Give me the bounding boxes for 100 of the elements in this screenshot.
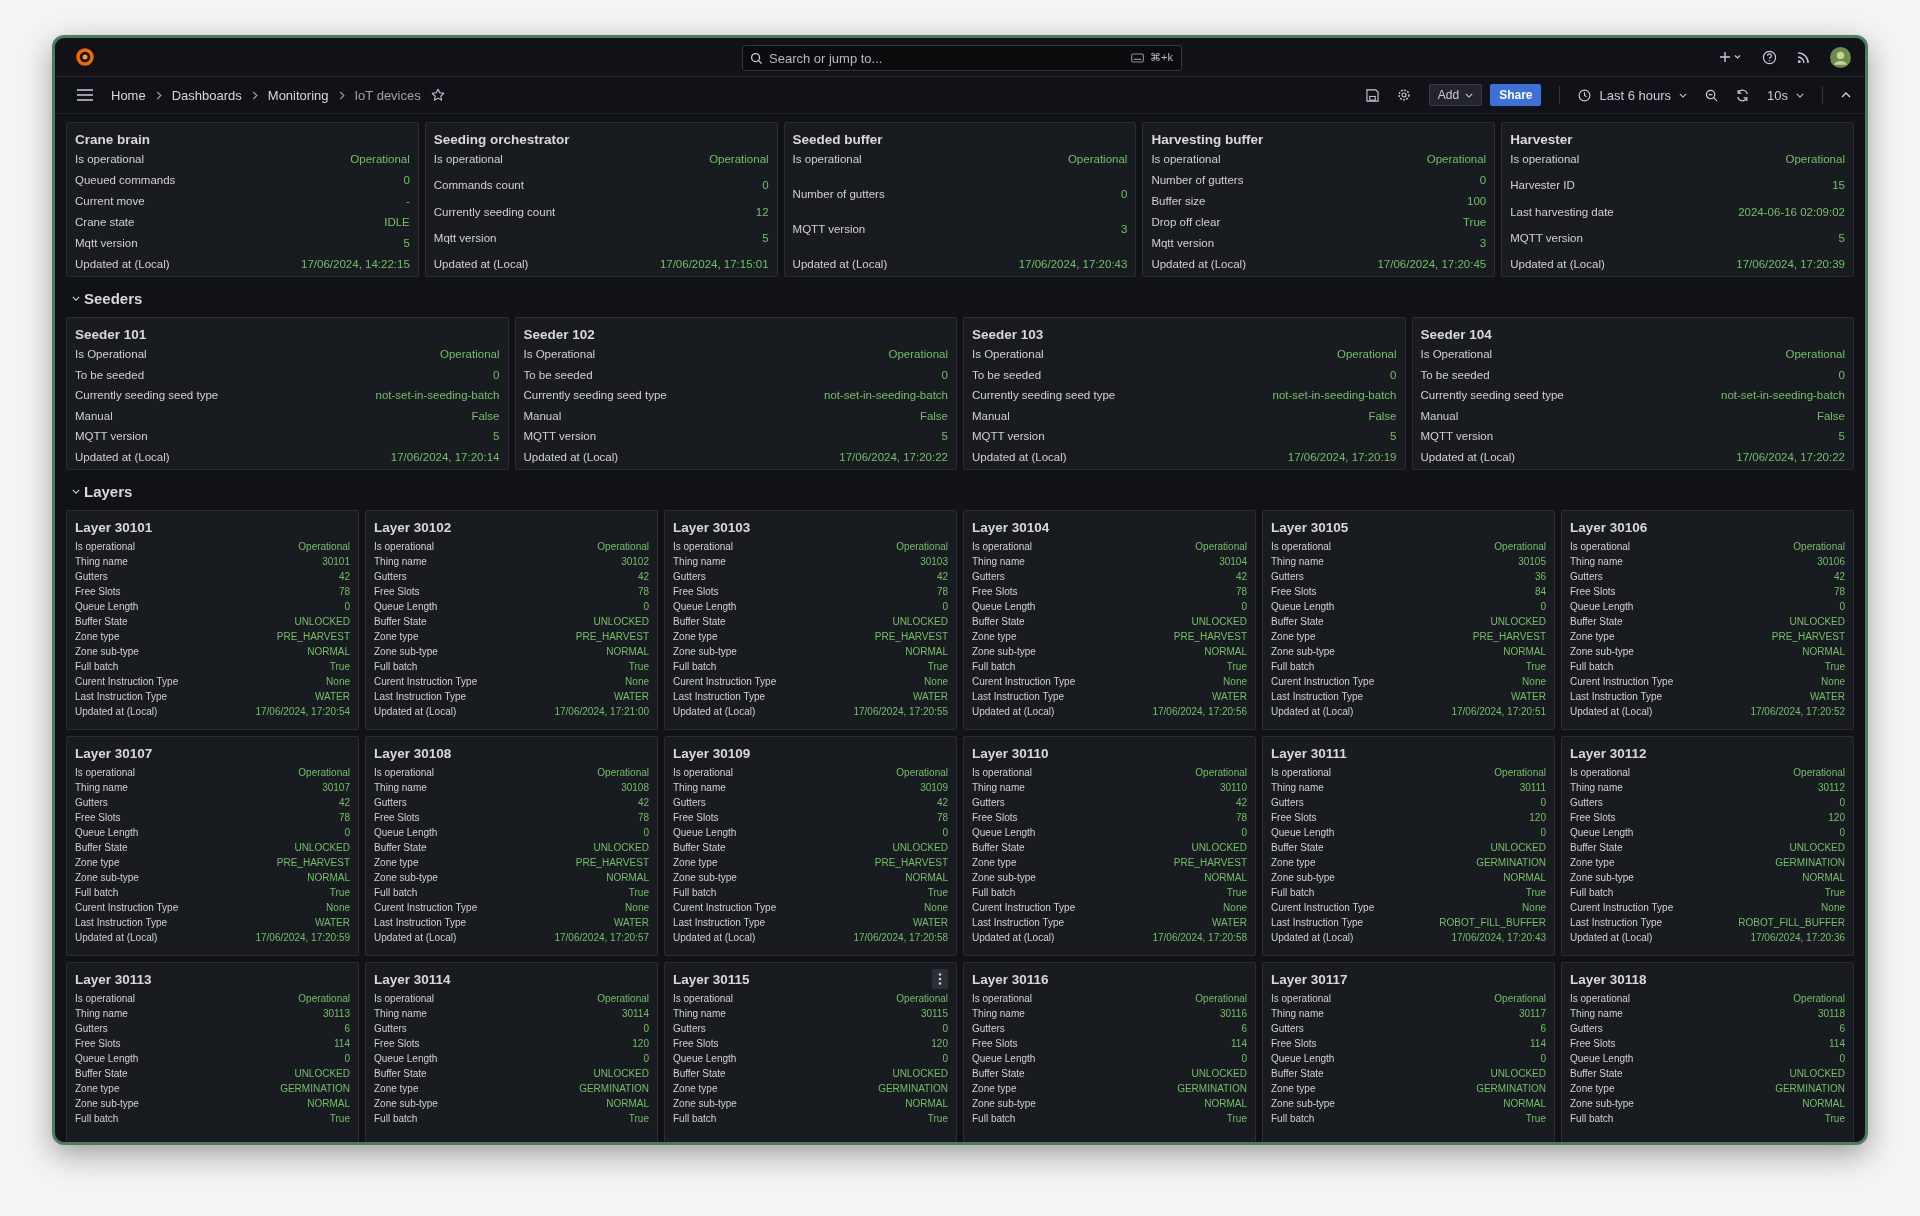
- field-value: UNLOCKED: [294, 842, 350, 853]
- field-value: True: [628, 661, 649, 672]
- field-label: Curent Instruction Type: [374, 676, 478, 687]
- field-value: PRE_HARVEST: [276, 857, 350, 868]
- rss-icon[interactable]: [1797, 50, 1810, 64]
- breadcrumb-link[interactable]: IoT devices: [354, 87, 421, 103]
- field-value: GERMINATION: [1177, 1083, 1247, 1094]
- field-value: UNLOCKED: [892, 1068, 948, 1079]
- field-label: Queue Length: [374, 827, 438, 838]
- field-label: Is operational: [1570, 541, 1631, 552]
- field-value: 5: [941, 430, 948, 443]
- field-value: 17/06/2024, 17:20:22: [839, 450, 948, 463]
- menu-icon[interactable]: [77, 89, 93, 101]
- field-value: WATER: [913, 917, 948, 928]
- caret-icon: [1796, 92, 1804, 98]
- star-icon[interactable]: [430, 88, 445, 102]
- avatar[interactable]: [1830, 46, 1851, 68]
- field-label: Gutters: [972, 1023, 1005, 1034]
- help-icon[interactable]: [1762, 49, 1777, 65]
- zoom-out-icon[interactable]: [1705, 88, 1719, 102]
- caret-icon: [1465, 92, 1474, 98]
- breadcrumb-link[interactable]: Home: [111, 87, 146, 103]
- field-value: 5: [1838, 430, 1845, 443]
- field-value: None: [1223, 902, 1247, 913]
- field-value: 0: [942, 1023, 948, 1034]
- field-label: Last Instruction Type: [1570, 691, 1663, 702]
- field-label: Free Slots: [1570, 1038, 1616, 1049]
- refresh-interval-picker[interactable]: 10s: [1767, 87, 1804, 103]
- field-value: 42: [936, 797, 948, 808]
- field-value: WATER: [1212, 691, 1247, 702]
- more-icon[interactable]: [932, 969, 948, 989]
- field-value: PRE_HARVEST: [575, 857, 649, 868]
- field-value: 6: [344, 1023, 350, 1034]
- field-value: 0: [942, 827, 948, 838]
- field-label: Full batch: [75, 1113, 119, 1124]
- field-label: Updated at (Local): [75, 706, 158, 717]
- field-value: True: [329, 887, 350, 898]
- breadcrumb-link[interactable]: Monitoring: [267, 87, 329, 103]
- field-label: Is operational: [374, 767, 435, 778]
- field-value: 5: [403, 237, 410, 249]
- field-label: Currently seeding seed type: [75, 389, 219, 402]
- field-label: Free Slots: [972, 812, 1018, 823]
- field-value: 0: [1839, 1053, 1845, 1064]
- add-button[interactable]: Add: [1428, 84, 1483, 106]
- field-value: Operational: [597, 767, 649, 778]
- field-label: Thing name: [1271, 1008, 1324, 1019]
- field-value: True: [927, 661, 948, 672]
- field-label: Thing name: [374, 782, 427, 793]
- field-label: Updated at (Local): [75, 932, 158, 943]
- field-label: Zone type: [75, 1083, 120, 1094]
- time-range-picker[interactable]: Last 6 hours: [1578, 87, 1688, 103]
- field-label: Currently seeding seed type: [1420, 389, 1564, 402]
- plus-icon[interactable]: [1720, 51, 1742, 63]
- field-label: Curent Instruction Type: [75, 676, 179, 687]
- field-value: Operational: [298, 767, 350, 778]
- collapse-icon[interactable]: [1841, 92, 1851, 98]
- save-icon[interactable]: [1365, 88, 1379, 102]
- field-value: None: [1522, 902, 1546, 913]
- field-label: Updated at (Local): [1420, 450, 1516, 463]
- field-value: 114: [1231, 1038, 1247, 1049]
- field-value: NORMAL: [905, 646, 948, 657]
- field-label: Buffer State: [374, 1068, 427, 1079]
- field-value: 0: [1479, 174, 1487, 186]
- refresh-icon[interactable]: [1736, 88, 1750, 102]
- breadcrumb-link[interactable]: Dashboards: [171, 87, 242, 103]
- chevron-icon: [338, 90, 345, 100]
- field-label: Free Slots: [75, 1038, 121, 1049]
- field-value: UNLOCKED: [1191, 842, 1247, 853]
- section-header[interactable]: Layers: [66, 472, 133, 510]
- field-label: Is operational: [1271, 993, 1332, 1004]
- field-value: WATER: [1511, 691, 1546, 702]
- section-header[interactable]: Seeders: [66, 279, 143, 317]
- field-value: 30103: [920, 556, 948, 567]
- share-button[interactable]: Share: [1490, 84, 1542, 106]
- logo-icon[interactable]: [75, 47, 95, 67]
- field-value: 30110: [1219, 782, 1247, 793]
- settings-icon[interactable]: [1396, 88, 1411, 102]
- field-label: Curent Instruction Type: [75, 902, 179, 913]
- field-value: 30107: [322, 782, 350, 793]
- field-label: Zone sub-type: [75, 646, 139, 657]
- field-label: Is Operational: [1420, 348, 1493, 360]
- field-value: Operational: [1195, 541, 1247, 552]
- field-value: 17/06/2024, 17:20:43: [1018, 258, 1128, 270]
- field-label: Free Slots: [75, 586, 121, 597]
- field-value: 0: [942, 601, 948, 612]
- field-label: Curent Instruction Type: [673, 902, 777, 913]
- panel-title: Layer 30102: [374, 519, 452, 535]
- panel-title: Layer 30117: [1271, 971, 1348, 987]
- panel-title: Layer 30109: [673, 745, 751, 761]
- field-value: None: [326, 676, 350, 687]
- field-value: NORMAL: [606, 1098, 649, 1109]
- field-value: 0: [1540, 601, 1546, 612]
- field-label: Gutters: [673, 571, 706, 582]
- field-label: Zone type: [75, 857, 120, 868]
- field-label: Free Slots: [673, 1038, 719, 1049]
- field-label: Updated at (Local): [1271, 932, 1354, 943]
- field-value: GERMINATION: [1775, 1083, 1845, 1094]
- field-label: Zone sub-type: [75, 872, 139, 883]
- field-label: Number of gutters: [1151, 174, 1244, 186]
- field-value: 0: [643, 1053, 649, 1064]
